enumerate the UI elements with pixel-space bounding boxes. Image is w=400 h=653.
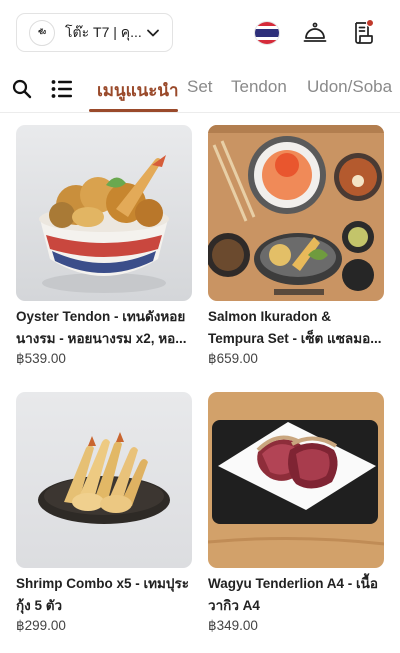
tab-udon-soba[interactable]: Udon/Soba bbox=[307, 77, 392, 97]
product-price: ฿539.00 bbox=[16, 351, 66, 366]
product-card[interactable]: Shrimp Combo x5 - เทมปุระกุ้ง 5 ตัว ฿299… bbox=[16, 392, 192, 642]
tab-tendon[interactable]: Tendon bbox=[231, 77, 287, 97]
product-card[interactable]: Oyster Tendon - เทนดังหอยนางรม - หอยนางร… bbox=[16, 125, 192, 375]
product-name: Salmon Ikuradon & Tempura Set - เซ็ต แซล… bbox=[208, 309, 382, 346]
category-tabs: เมนูแนะนำ Set Tendon Udon/Soba bbox=[0, 66, 400, 113]
thai-flag-icon[interactable] bbox=[254, 21, 280, 45]
product-image[interactable] bbox=[16, 392, 192, 568]
product-price: ฿349.00 bbox=[208, 618, 258, 633]
product-image[interactable] bbox=[208, 125, 384, 301]
app-header: ซัง โต๊ะ T7 | คุ... bbox=[0, 0, 400, 66]
table-label: โต๊ะ T7 | คุ... bbox=[65, 23, 142, 40]
product-image[interactable] bbox=[208, 392, 384, 568]
chevron-down-icon bbox=[147, 29, 159, 37]
table-selector[interactable]: ซัง โต๊ะ T7 | คุ... bbox=[16, 13, 173, 52]
product-name: Shrimp Combo x5 - เทมปุระกุ้ง 5 ตัว bbox=[16, 576, 189, 613]
call-staff-bell-icon[interactable] bbox=[302, 20, 328, 46]
category-list-icon[interactable] bbox=[51, 79, 73, 99]
product-image[interactable] bbox=[16, 125, 192, 301]
product-name: Wagyu Tenderlion A4 - เนื้อวากิว A4 bbox=[208, 576, 378, 613]
tab-recommended[interactable]: เมนูแนะนำ bbox=[97, 77, 179, 104]
active-tab-indicator bbox=[89, 109, 178, 112]
product-card[interactable]: Salmon Ikuradon & Tempura Set - เซ็ต แซล… bbox=[208, 125, 384, 375]
product-name: Oyster Tendon - เทนดังหอยนางรม - หอยนางร… bbox=[16, 309, 187, 346]
notification-dot bbox=[366, 19, 374, 27]
product-price: ฿659.00 bbox=[208, 351, 258, 366]
tab-set[interactable]: Set bbox=[187, 77, 213, 97]
restaurant-logo: ซัง bbox=[29, 19, 55, 46]
product-price: ฿299.00 bbox=[16, 618, 66, 633]
product-card[interactable]: Wagyu Tenderlion A4 - เนื้อวากิว A4 ฿349… bbox=[208, 392, 384, 642]
search-icon[interactable] bbox=[12, 79, 32, 99]
